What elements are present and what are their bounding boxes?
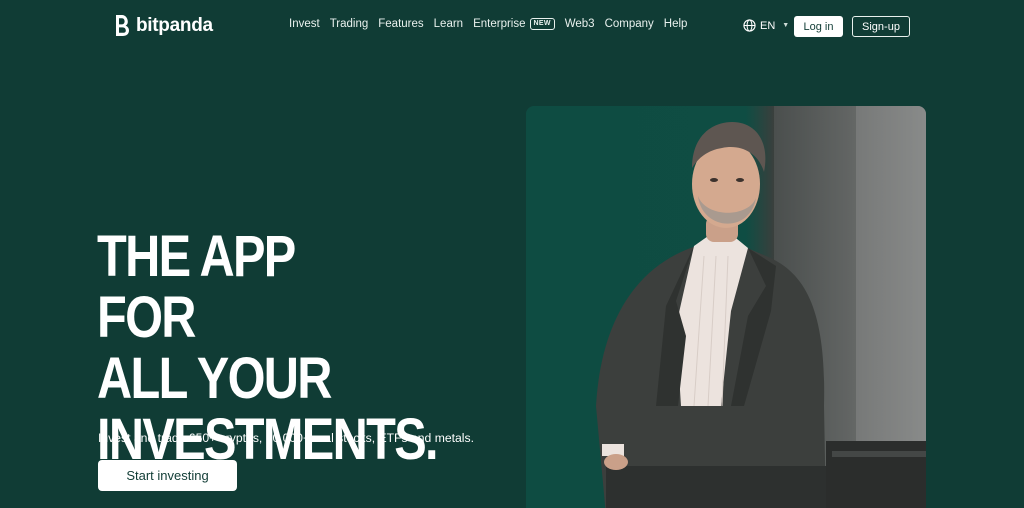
start-investing-button[interactable]: Start investing	[98, 460, 237, 491]
hero-illustration	[596, 106, 926, 508]
signup-button[interactable]: Sign-up	[852, 16, 910, 37]
nav-item-company[interactable]: Company	[605, 18, 654, 30]
nav-item-trading[interactable]: Trading	[330, 18, 369, 30]
hero-subtitle: Invest and trade 650+ cryptos, 10,000+ r…	[98, 431, 474, 445]
hero-headline-line-2: ALL YOUR	[97, 346, 332, 411]
bitpanda-b-logo-icon	[116, 15, 129, 36]
nav-item-help[interactable]: Help	[664, 18, 688, 30]
login-button[interactable]: Log in	[794, 16, 843, 37]
language-value: EN	[760, 19, 776, 32]
brand-name: bitpanda	[136, 14, 213, 36]
globe-icon	[743, 19, 756, 32]
language-selector[interactable]: EN ▼	[743, 19, 789, 32]
nav-item-enterprise[interactable]: Enterprise NEW	[473, 18, 555, 30]
main-menu: Invest Trading Features Learn Enterprise…	[289, 18, 697, 30]
nav-item-web3[interactable]: Web3	[565, 18, 595, 30]
nav-item-features[interactable]: Features	[378, 18, 423, 30]
hero-photo-man-in-suit	[526, 106, 926, 508]
new-badge: NEW	[529, 18, 555, 30]
nav-item-invest[interactable]: Invest	[289, 18, 320, 30]
bitpanda-logo[interactable]: bitpanda	[114, 14, 213, 37]
top-navigation: bitpanda Invest Trading Features Learn E…	[0, 0, 1024, 54]
nav-item-enterprise-label: Enterprise	[473, 18, 526, 30]
page: bitpanda Invest Trading Features Learn E…	[0, 0, 1024, 508]
hero-headline-line-1: THE APP FOR	[97, 224, 295, 350]
chevron-down-icon: ▼	[782, 22, 790, 29]
nav-item-learn[interactable]: Learn	[434, 18, 463, 30]
